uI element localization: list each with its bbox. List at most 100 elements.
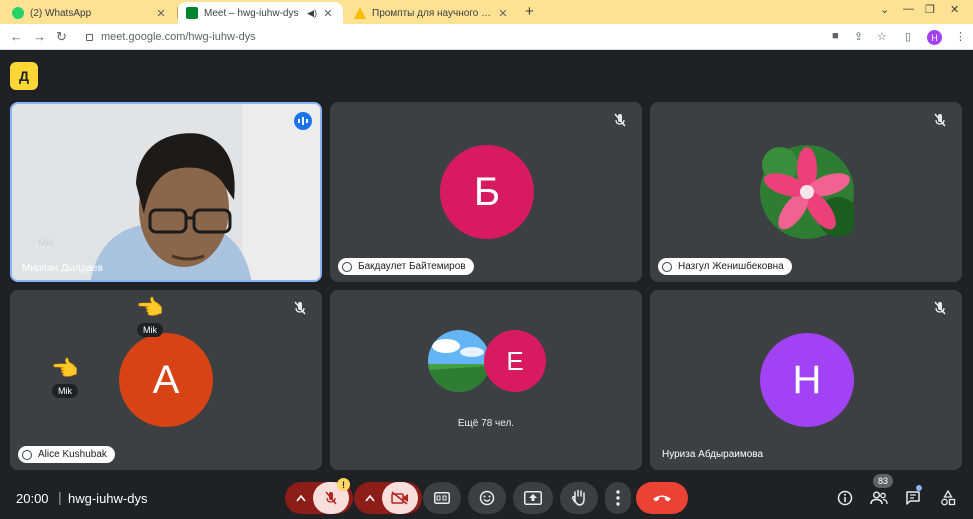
activities-button[interactable] [937, 487, 959, 509]
participant-name: Мирлан Дылдаев [22, 263, 103, 274]
more-participants-label: Ещё 78 чел. [457, 418, 515, 429]
back-icon[interactable]: ← [10, 29, 23, 44]
chat-icon [906, 491, 920, 505]
participant-name-pill: Бакдаулет Байтемиров [338, 258, 474, 275]
unread-indicator [916, 485, 922, 491]
people-icon [870, 491, 888, 505]
mic-warning-badge[interactable]: ! [337, 478, 350, 491]
reaction-sender: Mik [52, 384, 78, 398]
pin-icon[interactable] [662, 261, 672, 272]
reload-icon[interactable]: ↻ [56, 29, 67, 45]
camera-in-use-icon[interactable]: ■ [832, 30, 839, 42]
mic-off-icon [294, 301, 306, 315]
meet-icon [186, 7, 198, 19]
drive-icon [354, 7, 366, 19]
field-avatar-image [428, 330, 490, 392]
mic-off-icon [614, 113, 626, 127]
more-vert-icon [616, 490, 620, 506]
tab-search-icon[interactable]: ⌄ [880, 3, 889, 16]
captions-button[interactable] [423, 482, 461, 514]
more-options-button[interactable] [605, 482, 631, 514]
mic-off-icon [934, 301, 946, 315]
tab-title: Meet – hwg-iuhw-dys [204, 7, 299, 19]
participant-name: Нуриза Абдыраимова [662, 449, 764, 460]
meeting-clock: 20:00 [16, 491, 49, 506]
menu-kebab-icon[interactable]: ⋮ [955, 30, 966, 43]
tab-title: (2) WhatsApp [30, 7, 92, 19]
activities-shapes-icon [941, 490, 956, 506]
participant-name: Назгул Женишбековна [678, 261, 784, 272]
reaction-sender: Mik [137, 323, 163, 337]
meeting-info-divider: | [58, 489, 62, 505]
mic-off-icon [325, 491, 337, 505]
lock-icon[interactable] [86, 33, 93, 41]
share-icon[interactable]: ⇪ [854, 30, 863, 43]
tab-whatsapp[interactable]: (2) WhatsApp ✕ [4, 2, 176, 24]
participant-tile-bakdaulet[interactable]: Б Бакдаулет Байтемиров [330, 102, 642, 282]
restore-icon[interactable]: ❐ [925, 3, 935, 16]
close-icon[interactable]: ✕ [154, 7, 168, 20]
present-screen-button[interactable] [513, 482, 553, 514]
minimize-icon[interactable]: — [903, 3, 914, 15]
close-window-icon[interactable]: ✕ [950, 3, 959, 16]
camera-video-feed [12, 104, 320, 280]
meeting-code: hwg-iuhw-dys [68, 491, 148, 506]
avatar: Б [440, 145, 534, 239]
new-tab-button[interactable]: + [525, 3, 534, 20]
side-panel-icon[interactable]: ▯ [905, 30, 911, 43]
tab-drive-doc[interactable]: Промпты для научного исслед ✕ [346, 2, 518, 24]
avatar: Н [760, 333, 854, 427]
address-bar[interactable]: meet.google.com/hwg-iuhw-dys [78, 27, 900, 47]
profile-avatar[interactable]: H [927, 30, 942, 45]
participant-tile-mirlan[interactable]: Mik Мирлан Дылдаев [10, 102, 322, 282]
avatar: E [484, 330, 546, 392]
participant-tile-nazgul[interactable]: Назгул Женишбековна [650, 102, 962, 282]
camera-toggle-button[interactable] [382, 482, 418, 514]
participant-name-pill: Назгул Женишбековна [658, 258, 792, 275]
mic-off-icon [934, 113, 946, 127]
tab-title: Промпты для научного исслед [372, 7, 496, 19]
flower-avatar-image [760, 145, 854, 239]
close-icon[interactable]: ✕ [496, 7, 510, 20]
participant-tile-nuriza[interactable]: Н Нуриза Абдыраимова [650, 290, 962, 470]
url-text: meet.google.com/hwg-iuhw-dys [101, 31, 256, 43]
participant-tile-alice[interactable]: A 👈 Mik 👈 Mik Alice Kushubak [10, 290, 322, 470]
raise-hand-button[interactable] [560, 482, 598, 514]
audio-wave-icon [298, 117, 308, 125]
leave-call-button[interactable] [636, 482, 688, 514]
pointing-hand-icon: 👈 [51, 356, 79, 381]
whatsapp-icon [12, 7, 24, 19]
pin-icon[interactable] [22, 449, 32, 460]
forward-icon[interactable]: → [33, 29, 46, 44]
others-overflow-tile[interactable]: E Ещё 78 чел. [330, 290, 642, 470]
people-button[interactable] [868, 487, 890, 509]
emoji-reaction: 👈 Mik [130, 296, 170, 338]
reactions-button[interactable] [468, 482, 506, 514]
chevron-up-icon [296, 494, 306, 502]
info-icon [837, 490, 853, 506]
app-logo[interactable]: Д [10, 62, 38, 90]
present-screen-icon [524, 491, 542, 505]
ghost-reaction-label: Mik [38, 238, 54, 249]
speaking-indicator [294, 112, 312, 130]
closed-captions-icon [434, 492, 450, 504]
pointing-hand-icon: 👈 [136, 295, 164, 320]
people-count-badge: 83 [873, 474, 893, 488]
browser-tab-strip: (2) WhatsApp ✕ Meet – hwg-iuhw-dys ◀) ✕ … [0, 0, 973, 24]
camera-off-icon [391, 491, 408, 505]
meeting-details-button[interactable] [834, 487, 856, 509]
avatar: A [119, 333, 213, 427]
tab-meet[interactable]: Meet – hwg-iuhw-dys ◀) ✕ [178, 2, 343, 24]
emoji-smile-icon [479, 490, 495, 506]
participant-name: Alice Kushubak [38, 449, 107, 460]
emoji-reaction: 👈 Mik [45, 357, 85, 399]
speaker-icon[interactable]: ◀) [307, 8, 317, 19]
browser-toolbar: ← → ↻ meet.google.com/hwg-iuhw-dys ■ ⇪ ☆… [0, 24, 973, 50]
raise-hand-icon [571, 489, 585, 506]
close-icon[interactable]: ✕ [321, 7, 335, 20]
participant-name-pill: Alice Kushubak [18, 446, 115, 463]
participant-name: Бакдаулет Байтемиров [358, 261, 466, 272]
bookmark-star-icon[interactable]: ☆ [877, 30, 887, 43]
hang-up-icon [653, 495, 671, 502]
pin-icon[interactable] [342, 261, 352, 272]
